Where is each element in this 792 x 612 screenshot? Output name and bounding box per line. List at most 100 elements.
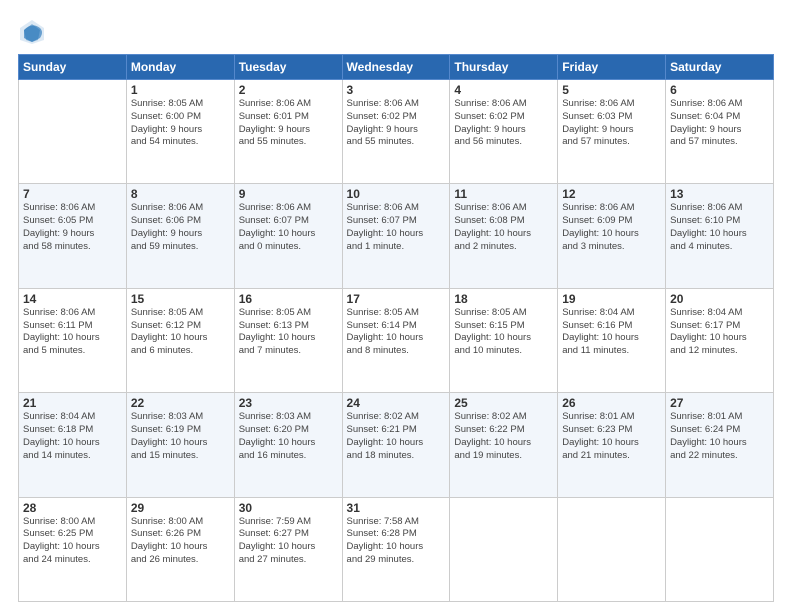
day-info: Sunrise: 8:06 AM Sunset: 6:05 PM Dayligh… [23, 202, 122, 253]
week-row-5: 28Sunrise: 8:00 AM Sunset: 6:25 PM Dayli… [19, 497, 774, 601]
day-info: Sunrise: 8:05 AM Sunset: 6:12 PM Dayligh… [131, 307, 230, 358]
day-number: 15 [131, 292, 230, 306]
calendar-cell: 16Sunrise: 8:05 AM Sunset: 6:13 PM Dayli… [234, 288, 342, 392]
day-number: 23 [239, 396, 338, 410]
day-number: 13 [670, 187, 769, 201]
day-info: Sunrise: 8:06 AM Sunset: 6:04 PM Dayligh… [670, 98, 769, 149]
weekday-tuesday: Tuesday [234, 55, 342, 80]
week-row-1: 1Sunrise: 8:05 AM Sunset: 6:00 PM Daylig… [19, 80, 774, 184]
calendar-cell: 9Sunrise: 8:06 AM Sunset: 6:07 PM Daylig… [234, 184, 342, 288]
day-number: 17 [347, 292, 446, 306]
day-number: 21 [23, 396, 122, 410]
day-number: 31 [347, 501, 446, 515]
calendar-cell: 12Sunrise: 8:06 AM Sunset: 6:09 PM Dayli… [558, 184, 666, 288]
calendar-cell: 22Sunrise: 8:03 AM Sunset: 6:19 PM Dayli… [126, 393, 234, 497]
calendar-cell: 18Sunrise: 8:05 AM Sunset: 6:15 PM Dayli… [450, 288, 558, 392]
calendar-cell: 31Sunrise: 7:58 AM Sunset: 6:28 PM Dayli… [342, 497, 450, 601]
calendar-cell: 24Sunrise: 8:02 AM Sunset: 6:21 PM Dayli… [342, 393, 450, 497]
day-number: 28 [23, 501, 122, 515]
calendar-cell: 20Sunrise: 8:04 AM Sunset: 6:17 PM Dayli… [666, 288, 774, 392]
day-info: Sunrise: 7:58 AM Sunset: 6:28 PM Dayligh… [347, 516, 446, 567]
day-number: 16 [239, 292, 338, 306]
calendar-cell: 1Sunrise: 8:05 AM Sunset: 6:00 PM Daylig… [126, 80, 234, 184]
day-number: 22 [131, 396, 230, 410]
day-number: 4 [454, 83, 553, 97]
day-info: Sunrise: 8:06 AM Sunset: 6:02 PM Dayligh… [454, 98, 553, 149]
day-info: Sunrise: 8:03 AM Sunset: 6:20 PM Dayligh… [239, 411, 338, 462]
week-row-3: 14Sunrise: 8:06 AM Sunset: 6:11 PM Dayli… [19, 288, 774, 392]
day-info: Sunrise: 8:05 AM Sunset: 6:15 PM Dayligh… [454, 307, 553, 358]
day-info: Sunrise: 8:04 AM Sunset: 6:18 PM Dayligh… [23, 411, 122, 462]
logo-icon [18, 18, 46, 46]
logo [18, 18, 50, 46]
day-info: Sunrise: 8:02 AM Sunset: 6:22 PM Dayligh… [454, 411, 553, 462]
calendar-cell [450, 497, 558, 601]
weekday-wednesday: Wednesday [342, 55, 450, 80]
day-info: Sunrise: 8:06 AM Sunset: 6:11 PM Dayligh… [23, 307, 122, 358]
weekday-sunday: Sunday [19, 55, 127, 80]
weekday-header-row: SundayMondayTuesdayWednesdayThursdayFrid… [19, 55, 774, 80]
calendar-cell: 29Sunrise: 8:00 AM Sunset: 6:26 PM Dayli… [126, 497, 234, 601]
calendar-cell: 7Sunrise: 8:06 AM Sunset: 6:05 PM Daylig… [19, 184, 127, 288]
day-info: Sunrise: 8:06 AM Sunset: 6:09 PM Dayligh… [562, 202, 661, 253]
day-info: Sunrise: 8:04 AM Sunset: 6:16 PM Dayligh… [562, 307, 661, 358]
weekday-friday: Friday [558, 55, 666, 80]
calendar-cell: 11Sunrise: 8:06 AM Sunset: 6:08 PM Dayli… [450, 184, 558, 288]
day-info: Sunrise: 8:04 AM Sunset: 6:17 PM Dayligh… [670, 307, 769, 358]
calendar-cell: 23Sunrise: 8:03 AM Sunset: 6:20 PM Dayli… [234, 393, 342, 497]
day-info: Sunrise: 7:59 AM Sunset: 6:27 PM Dayligh… [239, 516, 338, 567]
day-info: Sunrise: 8:00 AM Sunset: 6:26 PM Dayligh… [131, 516, 230, 567]
calendar: SundayMondayTuesdayWednesdayThursdayFrid… [18, 54, 774, 602]
weekday-thursday: Thursday [450, 55, 558, 80]
calendar-cell: 2Sunrise: 8:06 AM Sunset: 6:01 PM Daylig… [234, 80, 342, 184]
day-number: 12 [562, 187, 661, 201]
page: SundayMondayTuesdayWednesdayThursdayFrid… [0, 0, 792, 612]
calendar-cell: 4Sunrise: 8:06 AM Sunset: 6:02 PM Daylig… [450, 80, 558, 184]
day-number: 2 [239, 83, 338, 97]
calendar-cell [19, 80, 127, 184]
calendar-cell [558, 497, 666, 601]
calendar-cell: 30Sunrise: 7:59 AM Sunset: 6:27 PM Dayli… [234, 497, 342, 601]
day-number: 6 [670, 83, 769, 97]
day-number: 24 [347, 396, 446, 410]
weekday-saturday: Saturday [666, 55, 774, 80]
day-number: 29 [131, 501, 230, 515]
day-info: Sunrise: 8:01 AM Sunset: 6:24 PM Dayligh… [670, 411, 769, 462]
calendar-cell: 21Sunrise: 8:04 AM Sunset: 6:18 PM Dayli… [19, 393, 127, 497]
day-number: 3 [347, 83, 446, 97]
calendar-cell: 8Sunrise: 8:06 AM Sunset: 6:06 PM Daylig… [126, 184, 234, 288]
calendar-cell: 13Sunrise: 8:06 AM Sunset: 6:10 PM Dayli… [666, 184, 774, 288]
calendar-cell: 25Sunrise: 8:02 AM Sunset: 6:22 PM Dayli… [450, 393, 558, 497]
day-info: Sunrise: 8:06 AM Sunset: 6:07 PM Dayligh… [239, 202, 338, 253]
day-number: 30 [239, 501, 338, 515]
calendar-cell: 10Sunrise: 8:06 AM Sunset: 6:07 PM Dayli… [342, 184, 450, 288]
day-number: 10 [347, 187, 446, 201]
day-info: Sunrise: 8:03 AM Sunset: 6:19 PM Dayligh… [131, 411, 230, 462]
weekday-monday: Monday [126, 55, 234, 80]
calendar-cell: 14Sunrise: 8:06 AM Sunset: 6:11 PM Dayli… [19, 288, 127, 392]
day-number: 1 [131, 83, 230, 97]
day-number: 25 [454, 396, 553, 410]
day-info: Sunrise: 8:05 AM Sunset: 6:00 PM Dayligh… [131, 98, 230, 149]
day-number: 11 [454, 187, 553, 201]
calendar-cell: 5Sunrise: 8:06 AM Sunset: 6:03 PM Daylig… [558, 80, 666, 184]
day-info: Sunrise: 8:06 AM Sunset: 6:10 PM Dayligh… [670, 202, 769, 253]
day-info: Sunrise: 8:06 AM Sunset: 6:02 PM Dayligh… [347, 98, 446, 149]
day-number: 14 [23, 292, 122, 306]
day-info: Sunrise: 8:06 AM Sunset: 6:06 PM Dayligh… [131, 202, 230, 253]
day-info: Sunrise: 8:00 AM Sunset: 6:25 PM Dayligh… [23, 516, 122, 567]
calendar-cell: 15Sunrise: 8:05 AM Sunset: 6:12 PM Dayli… [126, 288, 234, 392]
day-info: Sunrise: 8:06 AM Sunset: 6:03 PM Dayligh… [562, 98, 661, 149]
calendar-cell: 6Sunrise: 8:06 AM Sunset: 6:04 PM Daylig… [666, 80, 774, 184]
header [18, 18, 774, 46]
day-info: Sunrise: 8:02 AM Sunset: 6:21 PM Dayligh… [347, 411, 446, 462]
day-info: Sunrise: 8:05 AM Sunset: 6:13 PM Dayligh… [239, 307, 338, 358]
day-info: Sunrise: 8:05 AM Sunset: 6:14 PM Dayligh… [347, 307, 446, 358]
calendar-cell: 27Sunrise: 8:01 AM Sunset: 6:24 PM Dayli… [666, 393, 774, 497]
day-info: Sunrise: 8:01 AM Sunset: 6:23 PM Dayligh… [562, 411, 661, 462]
calendar-cell: 28Sunrise: 8:00 AM Sunset: 6:25 PM Dayli… [19, 497, 127, 601]
calendar-cell: 26Sunrise: 8:01 AM Sunset: 6:23 PM Dayli… [558, 393, 666, 497]
day-number: 20 [670, 292, 769, 306]
day-info: Sunrise: 8:06 AM Sunset: 6:08 PM Dayligh… [454, 202, 553, 253]
day-number: 9 [239, 187, 338, 201]
